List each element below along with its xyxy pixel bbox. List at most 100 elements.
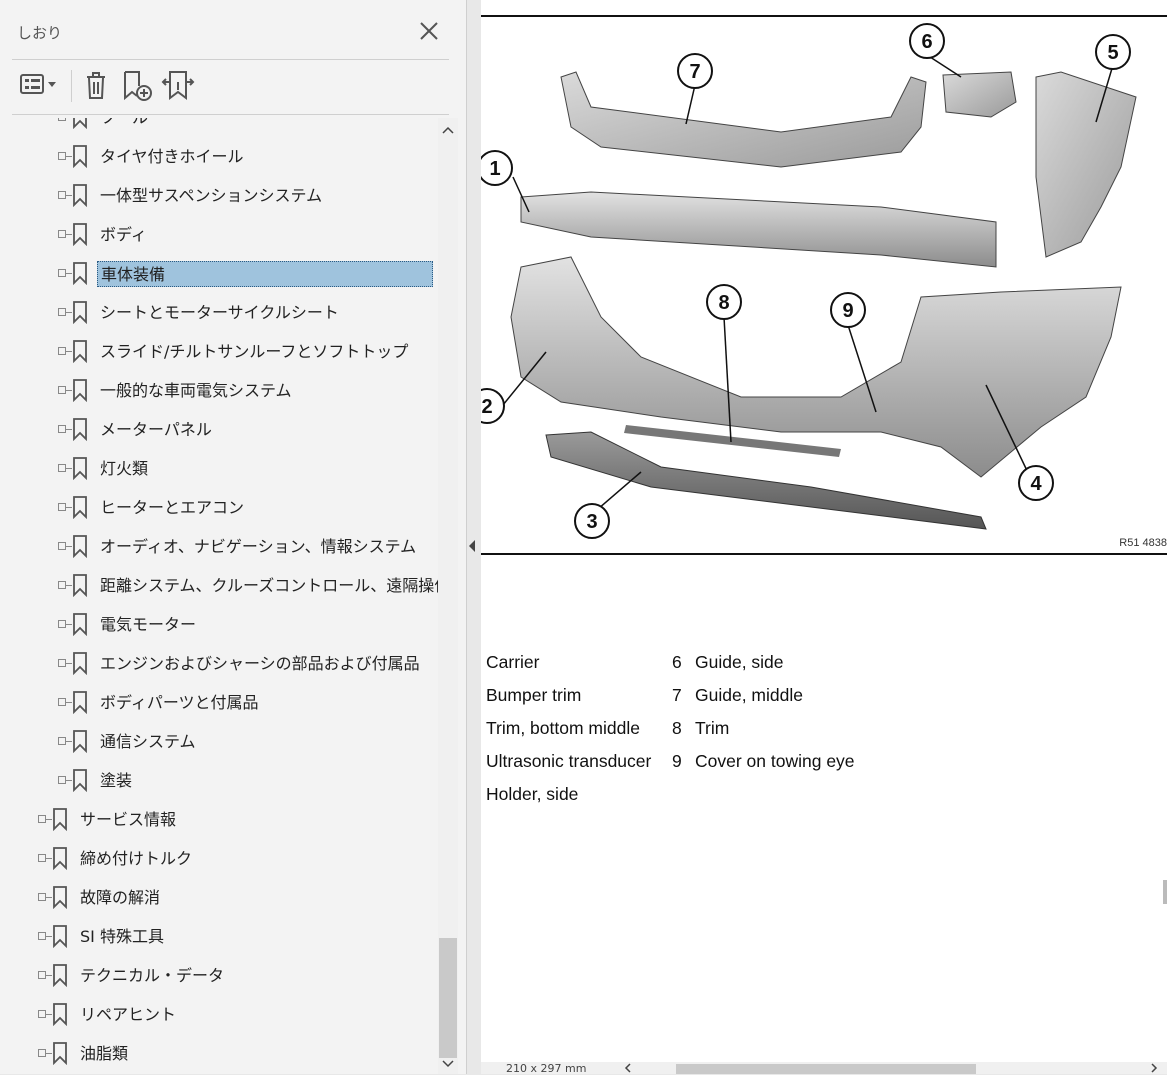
bookmark-icon: [73, 184, 87, 207]
bookmark-label: 塗装: [100, 771, 133, 790]
bookmark-label: タイヤ付きホイール: [100, 147, 244, 166]
bookmark-item[interactable]: 車体装備: [0, 254, 438, 293]
bookmark-item[interactable]: スライド/チルトサンルーフとソフトトップ: [0, 332, 438, 371]
expand-toggle[interactable]: [58, 152, 66, 160]
vertical-scrollbar[interactable]: [438, 118, 458, 1074]
bookmark-label: 車体装備: [97, 261, 433, 287]
legend-number: 9: [672, 751, 682, 771]
callout-2: 2: [481, 396, 492, 418]
bookmark-icon: [73, 652, 87, 675]
options-menu-icon[interactable]: [18, 66, 60, 104]
expand-toggle[interactable]: [58, 118, 66, 121]
bookmark-tree: ツールタイヤ付きホイール一体型サスペンションシステムボディ車体装備シートとモータ…: [0, 118, 438, 1074]
bookmark-item[interactable]: タイヤ付きホイール: [0, 137, 438, 176]
scroll-down-icon[interactable]: [441, 1058, 455, 1070]
expand-toggle[interactable]: [58, 737, 66, 745]
bookmark-label: ボディパーツと付属品: [100, 693, 259, 712]
expand-toggle[interactable]: [58, 308, 66, 316]
bookmark-icon: [53, 1042, 67, 1065]
scroll-up-icon[interactable]: [441, 124, 455, 136]
expand-toggle[interactable]: [58, 581, 66, 589]
expand-toggle[interactable]: [58, 191, 66, 199]
expand-toggle[interactable]: [58, 542, 66, 550]
bookmark-icon: [53, 1003, 67, 1026]
bookmark-label: ボディ: [100, 225, 147, 244]
document-page: 7 6 5 1 2 3 8 9 4 R51 4838 Carrier Bumpe…: [481, 0, 1167, 1062]
bookmark-label: 油脂類: [80, 1044, 129, 1063]
bookmark-icon: [53, 925, 67, 948]
bookmark-label: ヒーターとエアコン: [100, 498, 245, 517]
legend-item: Bumper trim: [486, 685, 582, 705]
bookmark-icon: [53, 886, 67, 909]
bumper-parts-drawing: 7 6 5 1 2 3 8 9 4: [481, 23, 1137, 539]
move-bookmark-icon[interactable]: [160, 66, 196, 104]
bookmark-item[interactable]: 一般的な車両電気システム: [0, 371, 438, 410]
bookmark-item[interactable]: リペアヒント: [0, 995, 438, 1034]
expand-toggle[interactable]: [58, 776, 66, 784]
bookmark-item[interactable]: ボディ: [0, 215, 438, 254]
bookmark-icon: [73, 496, 87, 519]
expand-toggle[interactable]: [38, 971, 46, 979]
bookmark-item[interactable]: メーターパネル: [0, 410, 438, 449]
expand-toggle[interactable]: [38, 932, 46, 940]
bookmark-item[interactable]: 故障の解消: [0, 878, 438, 917]
scroll-left-icon[interactable]: [623, 1063, 633, 1073]
bookmark-icon: [73, 769, 87, 792]
delete-bookmark-icon[interactable]: [82, 66, 110, 104]
legend-number: 6: [672, 652, 682, 672]
bookmark-item[interactable]: 一体型サスペンションシステム: [0, 176, 438, 215]
bookmark-item[interactable]: テクニカル・データ: [0, 956, 438, 995]
bookmark-item[interactable]: 電気モーター: [0, 605, 438, 644]
bookmark-item[interactable]: 塗装: [0, 761, 438, 800]
legend-number: 8: [672, 718, 682, 738]
bookmark-item[interactable]: 灯火類: [0, 449, 438, 488]
bookmark-item[interactable]: シートとモーターサイクルシート: [0, 293, 438, 332]
expand-toggle[interactable]: [58, 425, 66, 433]
bookmark-item[interactable]: 通信システム: [0, 722, 438, 761]
legend-item: Trim, bottom middle: [486, 718, 640, 738]
expand-toggle[interactable]: [38, 893, 46, 901]
callout-5: 5: [1107, 42, 1118, 64]
bookmark-icon: [53, 808, 67, 831]
bookmark-item[interactable]: ヒーターとエアコン: [0, 488, 438, 527]
add-bookmark-icon[interactable]: [120, 66, 156, 104]
scrollbar-thumb[interactable]: [439, 938, 457, 1058]
bookmark-label: リペアヒント: [80, 1005, 177, 1024]
expand-toggle[interactable]: [58, 659, 66, 667]
expand-toggle[interactable]: [58, 347, 66, 355]
callout-7: 7: [689, 61, 700, 83]
bookmark-item[interactable]: SI 特殊工具: [0, 917, 438, 956]
bookmark-item[interactable]: 油脂類: [0, 1034, 438, 1073]
bookmark-item[interactable]: ツール: [0, 118, 438, 137]
close-icon[interactable]: [414, 16, 444, 46]
expand-toggle[interactable]: [58, 698, 66, 706]
bookmark-item[interactable]: エンジンおよびシャーシの部品および付属品: [0, 644, 438, 683]
expand-toggle[interactable]: [38, 1010, 46, 1018]
horizontal-scrollbar[interactable]: 210 x 297 mm: [481, 1062, 1167, 1075]
bookmark-item[interactable]: オーディオ、ナビゲーション、情報システム: [0, 527, 438, 566]
expand-toggle[interactable]: [58, 503, 66, 511]
expand-toggle[interactable]: [58, 464, 66, 472]
scrollbar-thumb[interactable]: [676, 1064, 976, 1074]
bookmark-label: ツール: [97, 118, 148, 131]
bookmark-item[interactable]: ボディパーツと付属品: [0, 683, 438, 722]
bookmark-item[interactable]: 距離システム、クルーズコントロール、遠隔操作: [0, 566, 438, 605]
bookmark-icon: [73, 730, 87, 753]
expand-toggle[interactable]: [58, 230, 66, 238]
expand-toggle[interactable]: [38, 1049, 46, 1057]
scroll-right-icon[interactable]: [1149, 1063, 1159, 1073]
expand-toggle[interactable]: [58, 269, 66, 277]
expand-toggle[interactable]: [58, 620, 66, 628]
expand-toggle[interactable]: [58, 386, 66, 394]
legend-item: Guide, middle: [695, 685, 803, 705]
collapse-panel-icon[interactable]: [466, 538, 478, 554]
bookmark-label: シートとモーターサイクルシート: [100, 303, 339, 322]
bookmark-label: 故障の解消: [80, 888, 161, 907]
expand-toggle[interactable]: [38, 854, 46, 862]
panel-title: しおり: [17, 24, 63, 42]
expand-toggle[interactable]: [38, 815, 46, 823]
bookmark-item[interactable]: サービス情報: [0, 800, 438, 839]
bookmark-label: テクニカル・データ: [80, 966, 225, 985]
bookmark-item[interactable]: 締め付けトルク: [0, 839, 438, 878]
bookmarks-panel: しおり ツールタイヤ付きホイール一体型サスペンションシステムボディ車体装備シート…: [0, 0, 467, 1074]
